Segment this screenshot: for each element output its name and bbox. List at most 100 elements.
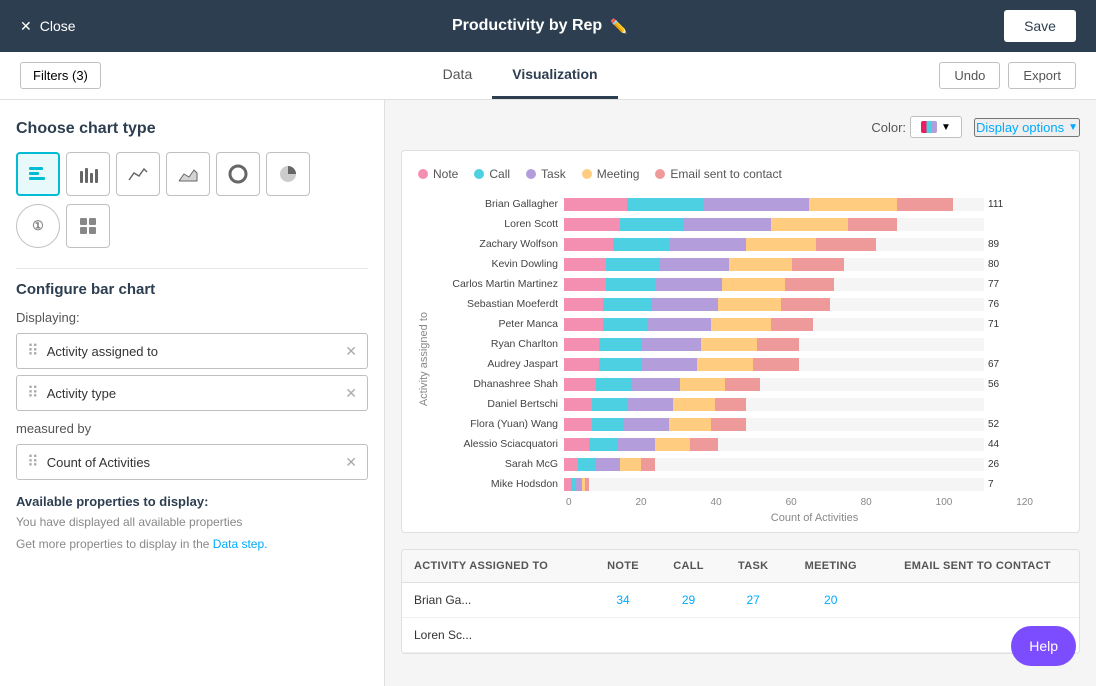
bar-segment: [606, 278, 655, 291]
bar-total-value: 44: [988, 439, 999, 450]
bar-segments: [564, 378, 984, 391]
bar-segment: [599, 338, 641, 351]
bar-total-value: 76: [988, 299, 999, 310]
color-dropdown-icon: ▼: [941, 122, 951, 133]
bar-row: Flora (Yuan) Wang52: [434, 415, 1063, 433]
filters-button[interactable]: Filters (3): [20, 62, 101, 89]
bar-segment: [669, 238, 746, 251]
display-tag-type-label: Activity type: [47, 386, 116, 401]
save-button[interactable]: Save: [1004, 10, 1076, 42]
display-tag-assigned-label: Activity assigned to: [47, 344, 158, 359]
x-axis-title: Count of Activities: [566, 512, 1063, 524]
tab-visualization[interactable]: Visualization: [492, 52, 617, 99]
bar-segment: [725, 378, 760, 391]
display-tag-assigned: ⠿ Activity assigned to ✕: [16, 333, 368, 369]
tab-data[interactable]: Data: [423, 52, 493, 99]
chart-content: Brian Gallagher111Loren ScottZachary Wol…: [434, 195, 1063, 524]
th-task: TASK: [721, 550, 786, 583]
bar-segment: [704, 198, 809, 211]
chart-type-grid[interactable]: [66, 204, 110, 248]
bar-segment: [620, 458, 641, 471]
chart-type-line[interactable]: [116, 152, 160, 196]
cell-call: [656, 618, 721, 653]
bar-segment: [848, 218, 897, 231]
measured-by-label: measured by: [16, 421, 368, 436]
bar-segment: [729, 258, 792, 271]
bar-total-value: 67: [988, 359, 999, 370]
remove-assigned-button[interactable]: ✕: [345, 343, 357, 360]
bar-segment: [564, 238, 613, 251]
table-row: Loren Sc...: [402, 618, 1079, 653]
display-options-button[interactable]: Display options ▼: [974, 118, 1080, 137]
bar-total-value: 77: [988, 279, 999, 290]
table-header: ACTIVITY ASSIGNED TO NOTE CALL TASK MEET…: [402, 550, 1079, 583]
bar-segment: [701, 338, 757, 351]
remove-type-button[interactable]: ✕: [345, 385, 357, 402]
bar-segment: [613, 238, 669, 251]
toolbar: Filters (3) Data Visualization Undo Expo…: [0, 52, 1096, 100]
bar-segment: [603, 298, 652, 311]
bar-label: Peter Manca: [434, 318, 564, 330]
remove-count-button[interactable]: ✕: [345, 454, 357, 471]
close-button[interactable]: ✕ Close: [20, 18, 76, 35]
chart-type-pie[interactable]: [266, 152, 310, 196]
bar-segment: [589, 438, 617, 451]
legend-dot-email: [655, 169, 665, 179]
bar-segment: [711, 318, 771, 331]
bar-segments: [564, 418, 984, 431]
chart-type-area[interactable]: [166, 152, 210, 196]
legend-meeting: Meeting: [582, 167, 640, 181]
bar-total-value: 89: [988, 239, 999, 250]
bar-segment: [575, 478, 582, 491]
bar-label: Mike Hodsdon: [434, 478, 564, 490]
export-button[interactable]: Export: [1008, 62, 1076, 89]
display-tag-count: ⠿ Count of Activities ✕: [16, 444, 368, 480]
chart-type-title: Choose chart type: [16, 120, 368, 138]
bar-segment: [641, 358, 697, 371]
bar-segment: [564, 298, 603, 311]
bar-segment: [757, 338, 799, 351]
bar-label: Kevin Dowling: [434, 258, 564, 270]
bar-segment: [655, 438, 690, 451]
legend-dot-note: [418, 169, 428, 179]
bar-segment: [627, 398, 673, 411]
bar-label: Audrey Jaspart: [434, 358, 564, 370]
chart-type-donut[interactable]: [216, 152, 260, 196]
bar-segment: [722, 278, 785, 291]
header: ✕ Close Productivity by Rep ✏️ Save: [0, 0, 1096, 52]
data-table-box: ACTIVITY ASSIGNED TO NOTE CALL TASK MEET…: [401, 549, 1080, 654]
chart-type-number[interactable]: ①: [16, 204, 60, 248]
undo-button[interactable]: Undo: [939, 62, 1000, 89]
bar-segment: [599, 358, 641, 371]
content: Color: ▼ Display options ▼ Note: [385, 100, 1096, 686]
toolbar-left: Filters (3): [20, 62, 101, 89]
bar-segment: [897, 198, 953, 211]
color-button[interactable]: ▼: [910, 116, 962, 138]
display-tag-type: ⠿ Activity type ✕: [16, 375, 368, 411]
bar-segment: [641, 338, 701, 351]
legend-dot-call: [474, 169, 484, 179]
bar-row: Daniel Bertschi: [434, 395, 1063, 413]
chart-type-row-1: [16, 152, 368, 196]
bar-row: Sebastian Moeferdt76: [434, 295, 1063, 313]
table-body: Brian Ga... 34 29 27 20 Loren Sc...: [402, 583, 1079, 653]
bar-segment: [596, 378, 631, 391]
bar-segment: [564, 398, 592, 411]
bar-label: Daniel Bertschi: [434, 398, 564, 410]
edit-icon[interactable]: ✏️: [610, 18, 627, 35]
toolbar-tabs: Data Visualization: [423, 52, 618, 99]
bar-row: Zachary Wolfson89: [434, 235, 1063, 253]
bar-label: Alessio Sciacquatori: [434, 438, 564, 450]
bar-segments: [564, 198, 984, 211]
bar-segment: [564, 418, 592, 431]
bar-segment: [592, 418, 624, 431]
bar-segments: [564, 278, 984, 291]
chart-type-bar-vertical[interactable]: [66, 152, 110, 196]
legend-call: Call: [474, 167, 510, 181]
th-email: EMAIL SENT TO CONTACT: [876, 550, 1079, 583]
data-step-link[interactable]: Data step.: [213, 537, 268, 551]
help-button[interactable]: Help: [1011, 626, 1076, 666]
chart-type-bar-horizontal[interactable]: [16, 152, 60, 196]
bar-segment: [564, 258, 606, 271]
bar-segment: [631, 378, 680, 391]
